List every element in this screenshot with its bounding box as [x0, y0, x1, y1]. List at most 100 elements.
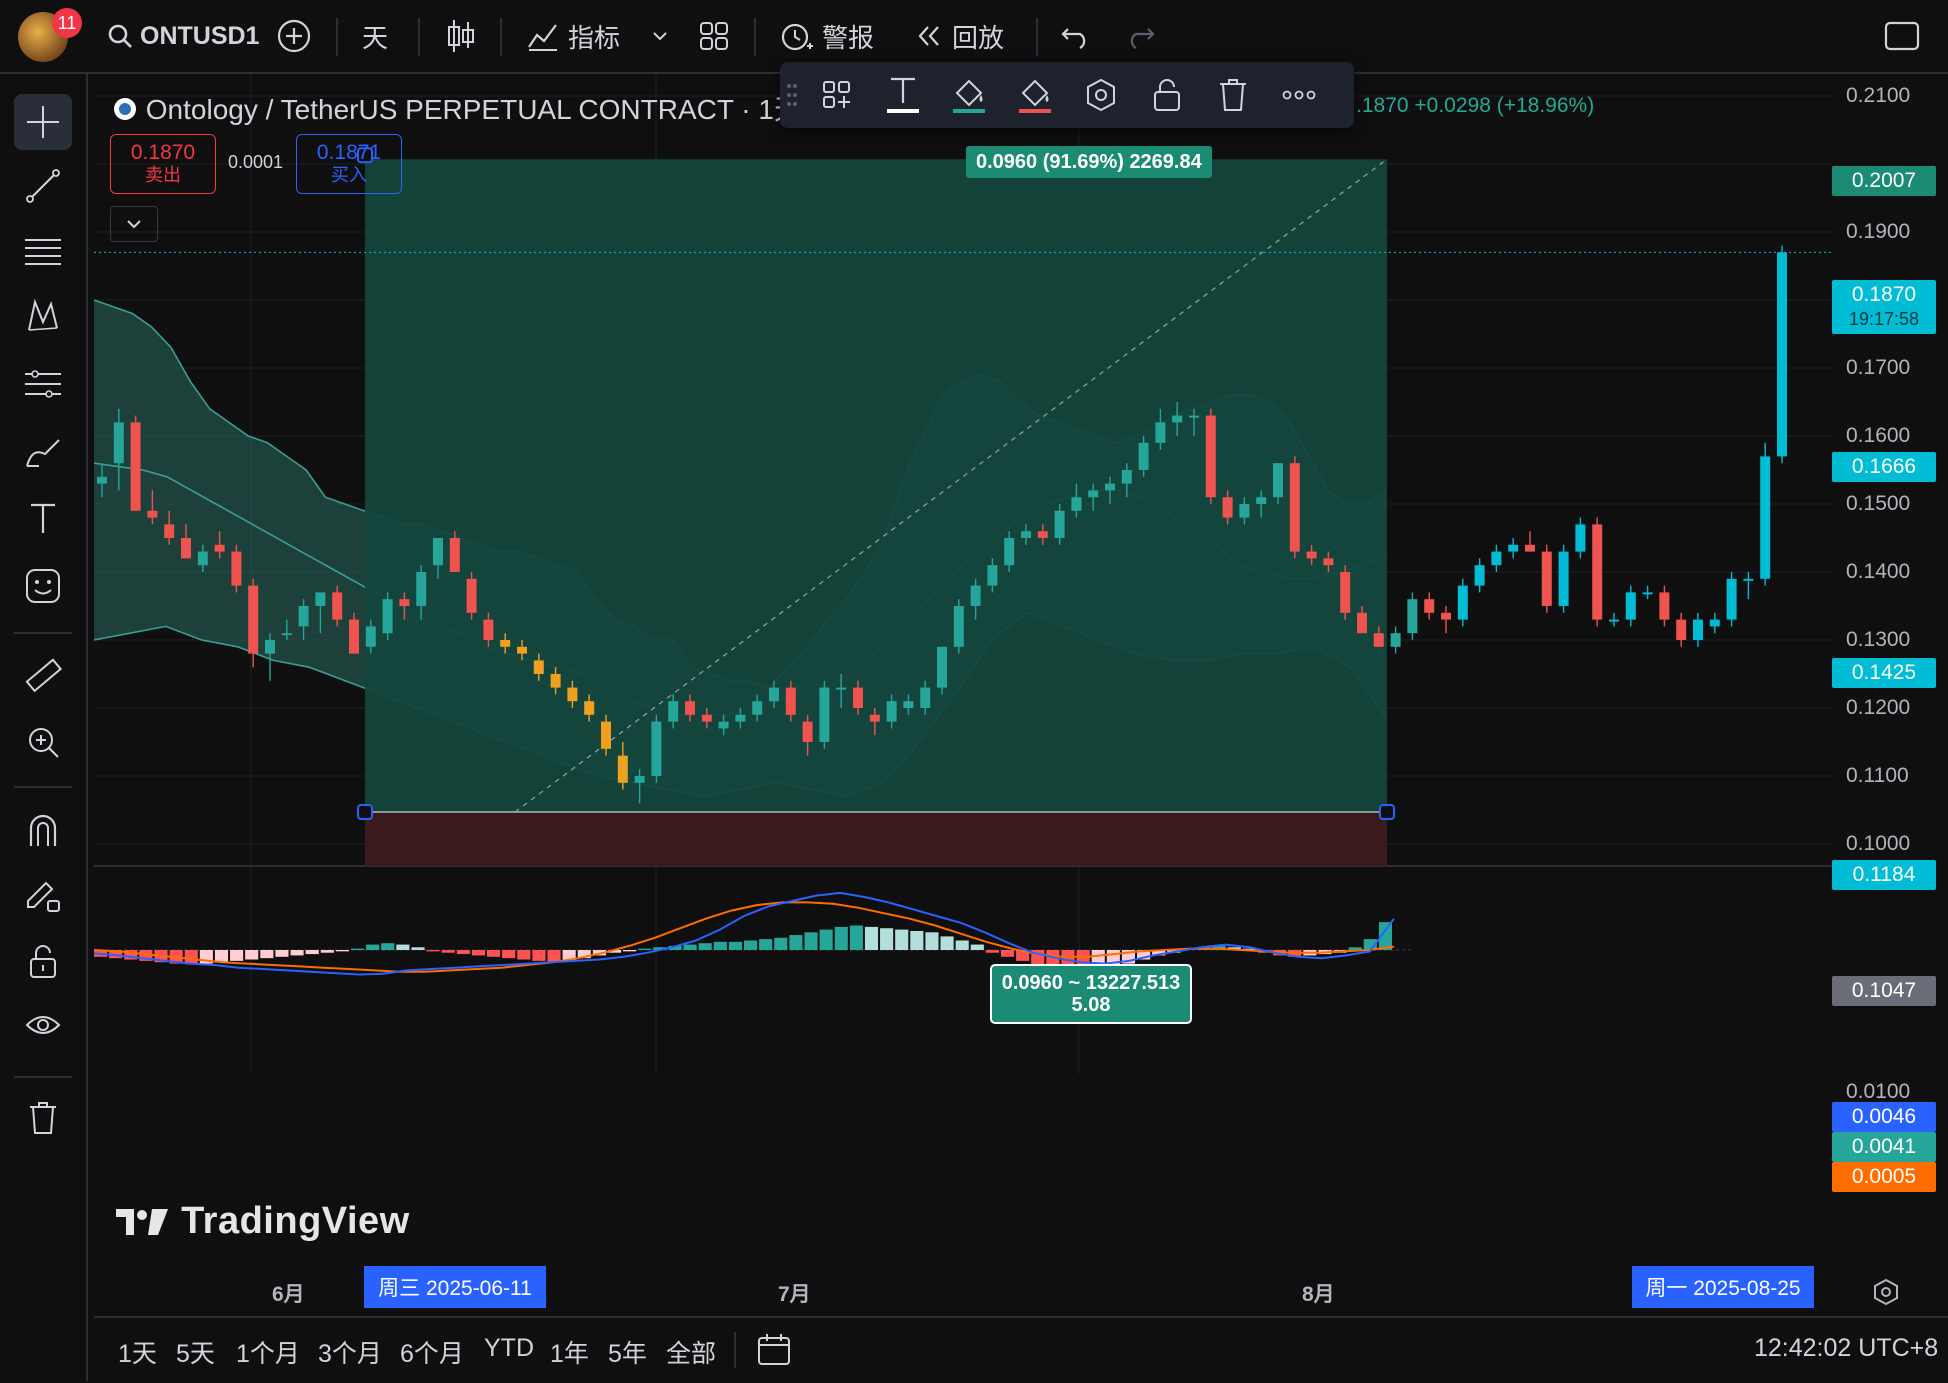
drag-handle[interactable]: [780, 72, 804, 118]
toolbar-divider: [1036, 18, 1038, 56]
range-all-button[interactable]: 全部: [666, 1334, 716, 1370]
candle-body: [97, 476, 107, 484]
candle: [1424, 592, 1435, 620]
undo-button[interactable]: [1060, 14, 1092, 58]
macd-histogram-bar: [789, 935, 803, 950]
replay-button[interactable]: 回放: [914, 14, 1004, 58]
measure-tool[interactable]: [14, 648, 72, 704]
symbol-legend[interactable]: Ontology / TetherUS PERPETUAL CONTRACT ·…: [112, 88, 819, 128]
price-chart[interactable]: [94, 74, 1832, 1074]
candle: [1777, 245, 1787, 464]
price-tick-label: 0.1000: [1846, 832, 1911, 855]
macd-histogram-bar: [366, 944, 380, 950]
pattern-tool[interactable]: [14, 288, 72, 344]
candle: [1508, 538, 1519, 559]
go-to-date-button[interactable]: [756, 1332, 792, 1373]
prediction-tool[interactable]: [14, 356, 72, 412]
range-start-date: 周三 2025-06-11: [364, 1266, 546, 1308]
settings-button[interactable]: [1078, 72, 1124, 118]
candle-body: [1491, 551, 1502, 566]
range-5d-button[interactable]: 5天: [176, 1334, 215, 1370]
last-price-value: 0.1870: [1851, 283, 1917, 306]
candle-body: [937, 646, 947, 688]
price-axis[interactable]: 0.21000.19000.18000.17000.16000.15000.14…: [1832, 74, 1948, 1264]
interval-button[interactable]: 天: [362, 14, 388, 58]
chevron-down-icon: [127, 220, 141, 229]
pencil-lock-icon: [27, 881, 60, 912]
candle: [1693, 612, 1703, 647]
add-template-icon: [823, 81, 850, 108]
text-color-button[interactable]: [880, 72, 926, 118]
time-axis[interactable]: 6月 周三 2025-06-11 7月 8月 周一 2025-08-25: [94, 1264, 1832, 1314]
macd-histogram-bar: [880, 928, 894, 950]
trash-icon: [1220, 79, 1246, 111]
undo-icon: [1061, 28, 1086, 49]
axis-settings-button[interactable]: [1872, 1278, 1900, 1311]
lock-all-tool[interactable]: [14, 934, 72, 990]
zoom-in-tool[interactable]: [14, 714, 72, 770]
templates-button[interactable]: [814, 72, 860, 118]
fullscreen-button[interactable]: [1884, 14, 1920, 58]
crosshair-icon: [27, 106, 59, 138]
lock-drawings-edit-tool[interactable]: [14, 868, 72, 924]
range-1d-button[interactable]: 1天: [118, 1334, 157, 1370]
candle-body: [332, 592, 343, 620]
indicators-dropdown[interactable]: [650, 14, 670, 58]
sell-button[interactable]: 0.1870 卖出: [110, 134, 216, 194]
range-6m-button[interactable]: 6个月: [400, 1334, 464, 1370]
candle-body: [802, 721, 813, 742]
magnet-tool[interactable]: [14, 802, 72, 858]
sell-label: 卖出: [145, 165, 181, 185]
price-tick-label: 0.1200: [1846, 696, 1911, 719]
range-1y-button[interactable]: 1年: [550, 1334, 589, 1370]
candle-body: [718, 721, 729, 729]
macd-histogram-bar: [502, 950, 516, 959]
redo-button[interactable]: [1124, 14, 1156, 58]
profit-fill-color-button[interactable]: [946, 72, 992, 118]
delete-drawing-button[interactable]: [1210, 72, 1256, 118]
buy-button[interactable]: 0.1871 买入: [296, 134, 402, 194]
chart-type-button[interactable]: [446, 14, 476, 58]
lock-drawing-button[interactable]: [1144, 72, 1190, 118]
hexagon-settings-icon: [1874, 1278, 1898, 1306]
macd-histogram-bar: [970, 944, 984, 950]
text-tool[interactable]: [14, 490, 72, 546]
candle-body: [1071, 497, 1082, 511]
macd-axis-tick: 0.0100: [1846, 1080, 1911, 1103]
trend-line-tool[interactable]: [14, 158, 72, 214]
candle-body: [601, 721, 611, 749]
remove-drawings-tool[interactable]: [14, 1090, 72, 1146]
range-1m-button[interactable]: 1个月: [236, 1334, 300, 1370]
macd-histogram-bar: [728, 941, 742, 950]
candle-body: [1407, 599, 1418, 634]
fib-tool[interactable]: [14, 224, 72, 280]
emoji-tool[interactable]: [14, 558, 72, 614]
candle: [1575, 517, 1586, 559]
macd-histogram-bar: [698, 943, 712, 950]
candle-body: [1121, 470, 1132, 484]
replay-label: 回放: [952, 22, 1005, 53]
notification-badge: 11: [52, 8, 82, 38]
candle: [1726, 572, 1737, 627]
indicators-button[interactable]: 指标: [526, 14, 620, 58]
crosshair-tool[interactable]: [14, 94, 72, 150]
candle-body: [1054, 510, 1065, 538]
range-ytd-button[interactable]: YTD: [484, 1334, 534, 1363]
range-5y-button[interactable]: 5年: [608, 1334, 647, 1370]
compare-symbol-button[interactable]: [276, 14, 312, 58]
macd-histogram-bar: [275, 950, 289, 957]
layouts-button[interactable]: [698, 14, 730, 58]
symbol-search-button[interactable]: ONTUSD1: [106, 14, 259, 58]
range-3m-button[interactable]: 3个月: [318, 1334, 382, 1370]
candle-body: [130, 422, 141, 511]
timezone-clock[interactable]: 12:42:02 UTC+8: [1754, 1334, 1938, 1363]
loss-fill-color-button[interactable]: [1012, 72, 1058, 118]
alert-button[interactable]: 警报: [778, 14, 874, 58]
unlock-icon: [30, 945, 56, 978]
candle-body: [1021, 531, 1031, 538]
hide-drawings-tool[interactable]: [14, 998, 72, 1054]
more-options-button[interactable]: [1276, 72, 1322, 118]
brush-tool[interactable]: [14, 424, 72, 480]
macd-histogram-bar: [955, 940, 969, 950]
legend-collapse-button[interactable]: [110, 206, 158, 242]
